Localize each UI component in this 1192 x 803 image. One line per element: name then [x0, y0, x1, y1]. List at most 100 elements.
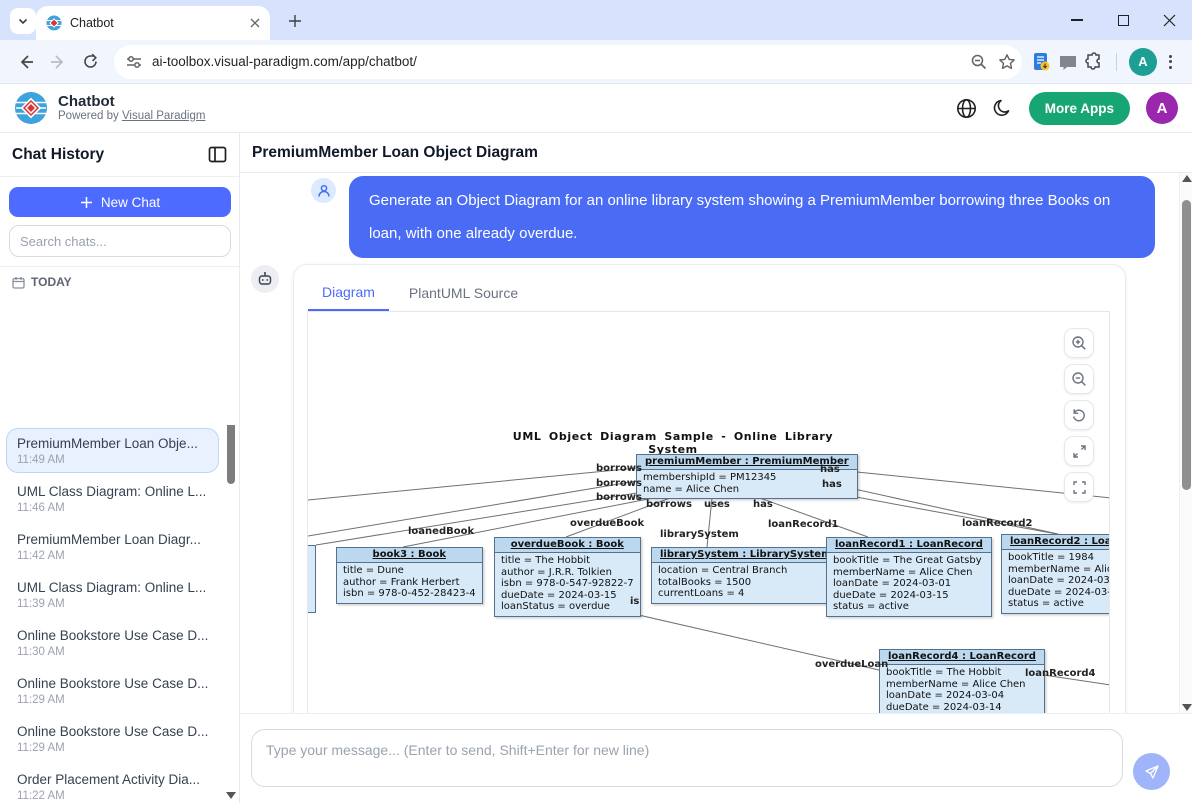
diagram-controls	[1064, 328, 1094, 502]
tab-plantuml-source[interactable]: PlantUML Source	[395, 279, 532, 311]
send-button[interactable]	[1133, 753, 1170, 790]
object-attr: loanDate = 2024-03-01	[833, 578, 985, 590]
zoom-out-button[interactable]	[1064, 364, 1094, 394]
reading-list-icon[interactable]	[1030, 51, 1052, 73]
visual-paradigm-link[interactable]: Visual Paradigm	[122, 110, 206, 122]
close-tab-icon[interactable]	[250, 18, 260, 28]
edge-label: has	[753, 499, 773, 510]
chat-time: 11:49 AM	[17, 454, 208, 466]
scroll-down-icon[interactable]	[226, 792, 236, 799]
main-scrollbar-thumb[interactable]	[1182, 200, 1191, 490]
collapse-sidebar-icon[interactable]	[208, 145, 227, 164]
new-tab-button[interactable]	[284, 10, 306, 32]
chat-time: 11:29 AM	[17, 694, 208, 706]
more-apps-button[interactable]: More Apps	[1029, 92, 1130, 125]
new-chat-button[interactable]: New Chat	[9, 187, 231, 217]
chat-list-item[interactable]: Online Bookstore Use Case D... 11:29 AM	[6, 668, 219, 713]
browser-tab[interactable]: Chatbot	[36, 6, 270, 40]
maximize-button[interactable]	[1100, 0, 1146, 40]
chat-list-item[interactable]: PremiumMember Loan Obje... 11:49 AM	[6, 428, 219, 473]
url-text[interactable]: ai-toolbox.visual-paradigm.com/app/chatb…	[152, 54, 960, 69]
zoom-out-page-icon[interactable]	[970, 53, 988, 71]
message-input-bar	[240, 713, 1192, 803]
object-attr: dueDate = 2024-03-14	[886, 702, 1038, 714]
scroll-up-icon[interactable]	[1182, 175, 1192, 182]
edge-label: borrows	[596, 492, 642, 503]
chat-time: 11:22 AM	[17, 790, 208, 802]
sidebar-scrollbar-thumb[interactable]	[227, 425, 235, 484]
diagram-viewport[interactable]: UML Object Diagram Sample - Online Libra…	[307, 311, 1110, 713]
brand: Chatbot Powered by Visual Paradigm	[14, 91, 205, 125]
browser-profile-avatar[interactable]: A	[1129, 48, 1157, 76]
edge-label: overdueLoan	[815, 659, 888, 670]
object-box-title: book3 : Book	[337, 548, 482, 563]
object-box-loan-record1: loanRecord1 : LoanRecord bookTitle = The…	[826, 537, 992, 617]
chat-list-item[interactable]: Online Bookstore Use Case D... 11:29 AM	[6, 716, 219, 761]
zoom-in-button[interactable]	[1064, 328, 1094, 358]
fullscreen-button[interactable]	[1064, 472, 1094, 502]
main-scrollbar[interactable]	[1179, 173, 1192, 713]
sidebar-title: Chat History	[12, 146, 104, 164]
object-attr: dueDate = 2024-03-16	[1008, 587, 1110, 599]
edge-label: borrows	[596, 478, 642, 489]
conversation-title: PremiumMember Loan Object Diagram	[252, 144, 538, 162]
user-avatar[interactable]: A	[1146, 92, 1178, 124]
edge-label: borrows	[646, 499, 692, 510]
object-attr: status = active	[1008, 598, 1110, 610]
response-tabs: Diagram PlantUML Source	[294, 265, 1125, 311]
site-settings-icon[interactable]	[126, 54, 142, 70]
scroll-down-icon[interactable]	[1182, 704, 1192, 711]
message-input[interactable]	[251, 729, 1123, 787]
edge-label: loanRecord2	[962, 518, 1033, 529]
close-window-button[interactable]	[1146, 0, 1192, 40]
toolbar-divider	[1116, 53, 1117, 71]
chat-title: PremiumMember Loan Obje...	[17, 436, 208, 451]
object-attr: title = Dune	[343, 565, 476, 577]
chat-title: Online Bookstore Use Case D...	[17, 676, 208, 691]
object-attr: memberName = Alice Chen	[886, 679, 1038, 691]
favicon-visual-paradigm-icon	[46, 15, 62, 31]
tab-search-button[interactable]	[10, 8, 36, 34]
fit-expand-button[interactable]	[1064, 436, 1094, 466]
chat-list-item[interactable]: Order Placement Activity Dia... 11:22 AM	[6, 764, 219, 803]
tab-diagram[interactable]: Diagram	[308, 279, 389, 311]
object-attr: bookTitle = The Hobbit	[886, 667, 1038, 679]
chat-list-item[interactable]: UML Class Diagram: Online L... 11:39 AM	[6, 572, 219, 617]
chat-list-item[interactable]: PremiumMember Loan Diagr... 11:42 AM	[6, 524, 219, 569]
object-attr: isbn = 978-0-452-28423-4	[343, 588, 476, 600]
assistant-response-card: Diagram PlantUML Source	[293, 264, 1126, 713]
search-chats-input[interactable]	[9, 225, 231, 257]
edge-label: loanRecord1	[768, 519, 839, 530]
chat-time: 11:39 AM	[17, 598, 208, 610]
app-title: Chatbot	[58, 94, 205, 110]
object-attr: status = active	[833, 601, 985, 613]
edge-label: overdueBook	[570, 518, 644, 529]
object-attr: bookTitle = 1984	[1008, 552, 1110, 564]
object-box-overdue-book: overdueBook : Book title = The Hobbit au…	[494, 537, 641, 617]
comment-icon[interactable]	[1058, 52, 1078, 72]
user-message-bubble: Generate an Object Diagram for an online…	[349, 176, 1155, 258]
forward-button[interactable]	[42, 46, 74, 78]
chat-time: 11:46 AM	[17, 502, 208, 514]
dark-mode-moon-icon[interactable]	[993, 98, 1013, 118]
reset-view-button[interactable]	[1064, 400, 1094, 430]
chevron-down-icon	[17, 15, 29, 27]
minimize-icon	[1071, 19, 1083, 21]
url-bar[interactable]: ai-toolbox.visual-paradigm.com/app/chatb…	[114, 45, 1022, 79]
language-globe-icon[interactable]	[956, 98, 977, 119]
object-attr: dueDate = 2024-03-15	[501, 590, 634, 602]
chat-title: Online Bookstore Use Case D...	[17, 724, 208, 739]
minimize-button[interactable]	[1054, 0, 1100, 40]
app-header: Chatbot Powered by Visual Paradigm More …	[0, 84, 1192, 133]
back-button[interactable]	[10, 46, 42, 78]
bookmark-star-icon[interactable]	[998, 53, 1016, 71]
sidebar-scrollbar[interactable]	[225, 425, 237, 803]
extensions-puzzle-icon[interactable]	[1084, 52, 1104, 72]
chat-list-item[interactable]: UML Class Diagram: Online L... 11:46 AM	[6, 476, 219, 521]
edge-label: borrows	[596, 463, 642, 474]
reload-button[interactable]	[74, 46, 106, 78]
main-area: PremiumMember Loan Object Diagram Genera…	[240, 133, 1192, 803]
object-box-title: loanRecord1 : LoanRecord	[827, 538, 991, 553]
chat-list-item[interactable]: Online Bookstore Use Case D... 11:30 AM	[6, 620, 219, 665]
browser-menu-icon[interactable]	[1163, 49, 1178, 75]
